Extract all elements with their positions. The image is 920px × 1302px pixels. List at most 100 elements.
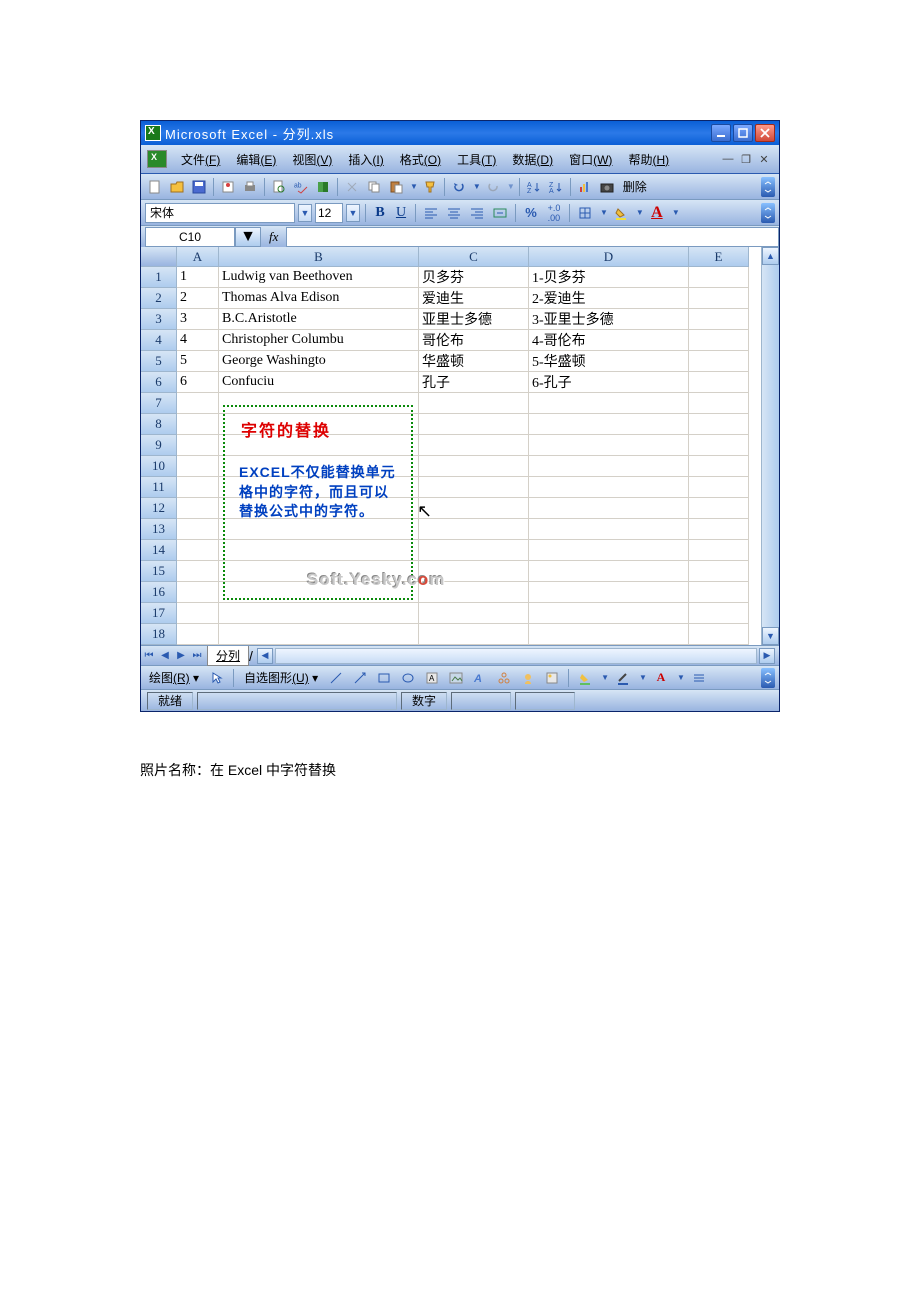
cell[interactable] (177, 393, 219, 414)
cell[interactable] (689, 498, 749, 519)
paste-icon[interactable] (386, 177, 406, 197)
chart-icon[interactable] (575, 177, 595, 197)
row-header[interactable]: 13 (141, 519, 177, 540)
fill-color-draw-icon[interactable] (575, 668, 595, 688)
font-size-combo[interactable]: 12 (315, 203, 343, 223)
vertical-scrollbar[interactable]: ▲ ▼ (761, 247, 779, 645)
fill-color-draw-dropdown[interactable]: ▼ (601, 673, 609, 682)
cell[interactable] (689, 561, 749, 582)
align-center-icon[interactable] (444, 203, 464, 223)
sort-asc-icon[interactable]: AZ (524, 177, 544, 197)
menu-data[interactable]: 数据(D) (504, 151, 561, 168)
camera-icon[interactable] (597, 177, 617, 197)
cell[interactable] (419, 456, 529, 477)
undo-icon[interactable] (449, 177, 469, 197)
print-preview-icon[interactable] (269, 177, 289, 197)
cell[interactable]: 6 (177, 372, 219, 393)
line-color-dropdown[interactable]: ▼ (639, 673, 647, 682)
increase-decimal-icon[interactable]: +.0.00 (544, 203, 564, 223)
name-box[interactable]: C10 (145, 227, 235, 247)
cut-icon[interactable] (342, 177, 362, 197)
arrow-icon[interactable] (350, 668, 370, 688)
menu-insert[interactable]: 插入(I) (340, 151, 391, 168)
cell[interactable] (689, 351, 749, 372)
sheet-tab[interactable]: 分列 (207, 646, 249, 666)
font-color-draw-dropdown[interactable]: ▼ (677, 673, 685, 682)
cell[interactable] (689, 624, 749, 645)
select-objects-icon[interactable] (207, 668, 227, 688)
permission-icon[interactable] (218, 177, 238, 197)
scroll-right-icon[interactable]: ▶ (759, 648, 775, 664)
cell[interactable] (689, 414, 749, 435)
cell[interactable] (177, 456, 219, 477)
tab-last-icon[interactable]: ⏭ (189, 647, 205, 665)
font-name-combo[interactable]: 宋体 (145, 203, 295, 223)
undo-dropdown[interactable]: ▼ (473, 182, 481, 191)
row-header[interactable]: 9 (141, 435, 177, 456)
row-header[interactable]: 8 (141, 414, 177, 435)
row-header[interactable]: 17 (141, 603, 177, 624)
cell[interactable] (529, 624, 689, 645)
cell[interactable] (529, 519, 689, 540)
new-icon[interactable] (145, 177, 165, 197)
menu-help[interactable]: 帮助(H) (620, 151, 677, 168)
save-icon[interactable] (189, 177, 209, 197)
cell[interactable] (219, 603, 419, 624)
menu-window[interactable]: 窗口(W) (561, 151, 620, 168)
menu-edit[interactable]: 编辑(E) (228, 151, 284, 168)
open-icon[interactable] (167, 177, 187, 197)
cell[interactable]: Ludwig van Beethoven (219, 267, 419, 288)
cell[interactable]: 5-华盛顿 (529, 351, 689, 372)
row-header[interactable]: 3 (141, 309, 177, 330)
borders-icon[interactable] (575, 203, 595, 223)
cell[interactable] (689, 435, 749, 456)
formula-bar[interactable] (286, 227, 779, 247)
cell[interactable]: 4 (177, 330, 219, 351)
line-color-icon[interactable] (613, 668, 633, 688)
tab-first-icon[interactable]: ⏮ (141, 647, 157, 665)
cell[interactable]: 亚里士多德 (419, 309, 529, 330)
cell[interactable] (529, 477, 689, 498)
cell[interactable] (529, 540, 689, 561)
col-header[interactable]: D (529, 247, 689, 267)
cell[interactable] (689, 372, 749, 393)
diagram-icon[interactable] (494, 668, 514, 688)
cell[interactable]: 哥伦布 (419, 330, 529, 351)
cell[interactable] (689, 540, 749, 561)
horizontal-scrollbar[interactable] (275, 648, 757, 664)
paste-dropdown[interactable]: ▼ (410, 182, 418, 191)
menu-view[interactable]: 视图(V) (284, 151, 340, 168)
doc-minimize-button[interactable]: — (721, 153, 735, 165)
cell[interactable] (689, 603, 749, 624)
cell[interactable] (419, 624, 529, 645)
cell[interactable] (529, 603, 689, 624)
autoshapes-menu[interactable]: 自选图形(U) ▾ (240, 669, 322, 686)
menu-file[interactable]: 文件(F) (173, 151, 228, 168)
spelling-icon[interactable]: ᵃᵇ (291, 177, 311, 197)
col-header[interactable]: B (219, 247, 419, 267)
maximize-button[interactable] (733, 124, 753, 142)
cell[interactable]: 5 (177, 351, 219, 372)
font-color-dropdown[interactable]: ▼ (672, 208, 680, 217)
clipart-icon[interactable] (518, 668, 538, 688)
row-header[interactable]: 12 (141, 498, 177, 519)
cell[interactable] (689, 393, 749, 414)
cell[interactable]: Thomas Alva Edison (219, 288, 419, 309)
cell[interactable] (529, 456, 689, 477)
format-painter-icon[interactable] (420, 177, 440, 197)
row-header[interactable]: 1 (141, 267, 177, 288)
cell[interactable] (529, 582, 689, 603)
sort-desc-icon[interactable]: ZA (546, 177, 566, 197)
row-header[interactable]: 4 (141, 330, 177, 351)
cell[interactable]: 4-哥伦布 (529, 330, 689, 351)
font-name-dropdown[interactable]: ▼ (298, 204, 312, 222)
rectangle-icon[interactable] (374, 668, 394, 688)
menu-tools[interactable]: 工具(T) (449, 151, 504, 168)
cell[interactable] (529, 393, 689, 414)
cell[interactable] (419, 435, 529, 456)
cell[interactable] (689, 288, 749, 309)
cell[interactable] (529, 498, 689, 519)
cell[interactable] (529, 561, 689, 582)
line-style-icon[interactable] (689, 668, 709, 688)
cell[interactable]: 3-亚里士多德 (529, 309, 689, 330)
